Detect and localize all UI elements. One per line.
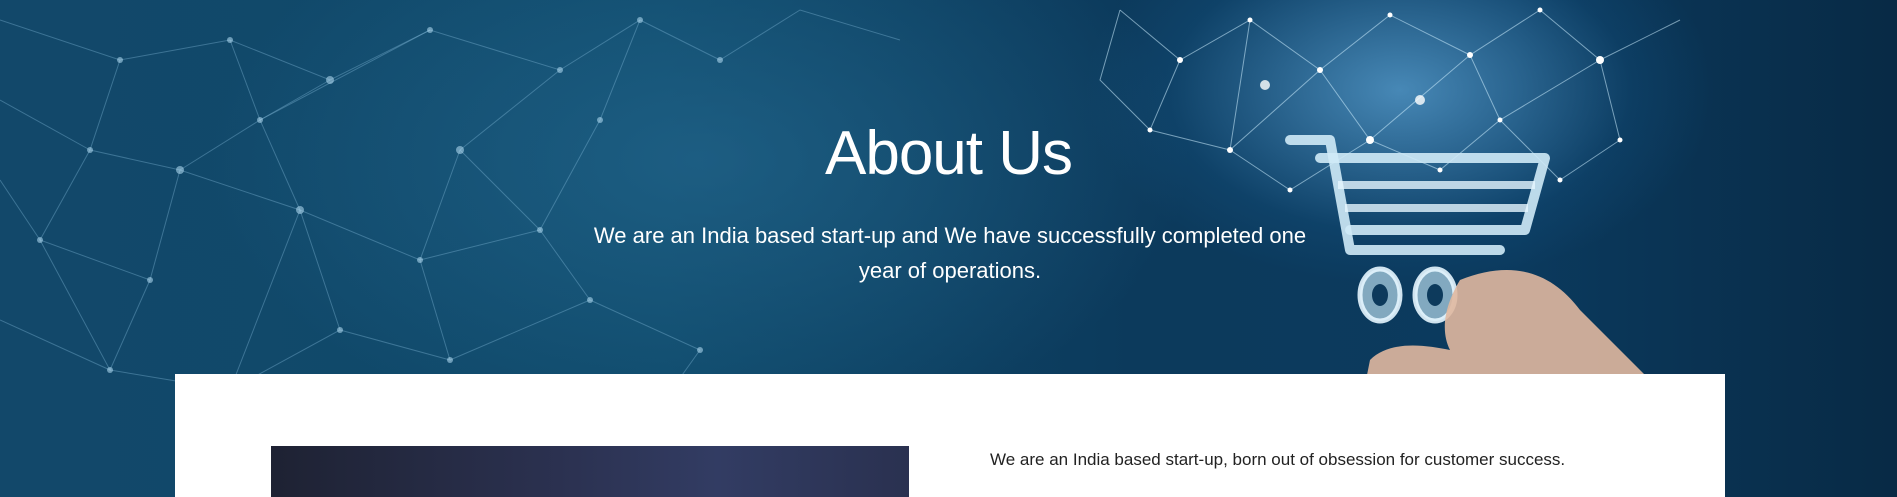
hero-banner: About Us We are an India based start-up … [0,0,1897,497]
page-title: About Us [824,119,1073,188]
about-image [271,446,909,497]
about-intro-text: We are an India based start-up, born out… [990,450,1566,469]
hero-subtitle: We are an India based start-up and We ha… [593,223,1307,283]
about-content-card: We are an India based start-up, born out… [175,374,1725,497]
